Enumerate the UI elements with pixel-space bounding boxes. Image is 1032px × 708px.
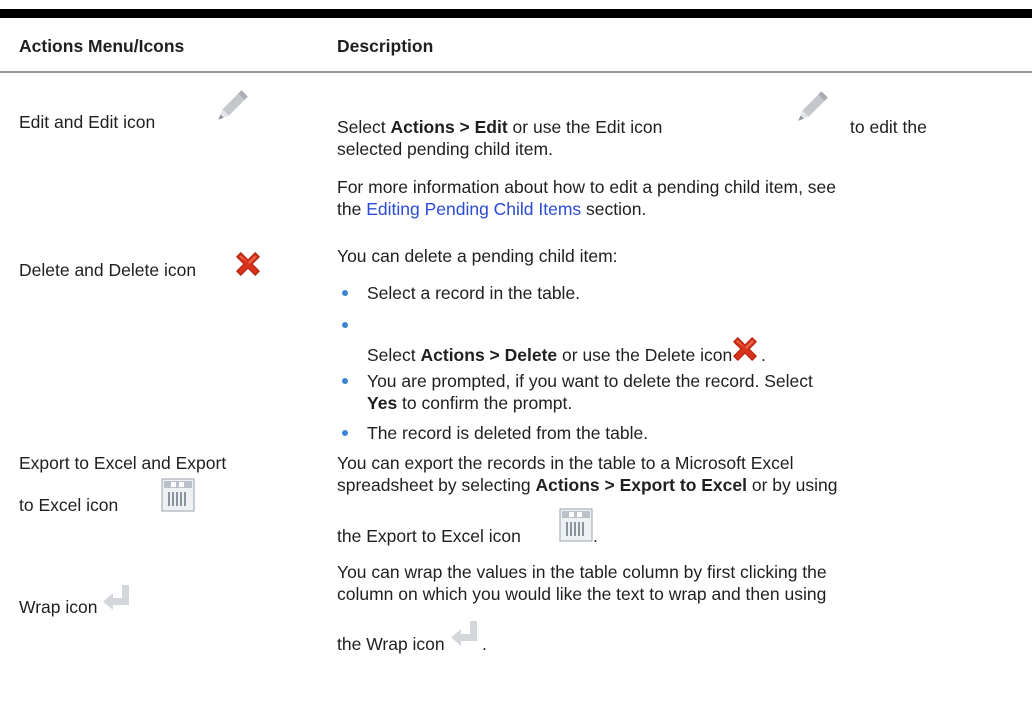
pencil-icon xyxy=(790,85,832,127)
bullet-icon xyxy=(342,322,348,328)
bold-span: Actions > Delete xyxy=(420,345,558,365)
description-line: . xyxy=(482,634,487,654)
description-line: selected pending child item. xyxy=(337,139,553,159)
description-line: column on which you would like the text … xyxy=(337,584,827,604)
description-line: You can delete a pending child item: xyxy=(337,246,618,266)
column-header-actions: Actions Menu/Icons xyxy=(19,36,185,56)
description-line: the Export to Excel icon xyxy=(337,526,521,546)
text-span: section. xyxy=(581,199,647,219)
wrap-arrow-icon xyxy=(448,619,482,649)
wrap-arrow-icon xyxy=(100,583,134,613)
description-line: . xyxy=(593,526,598,546)
red-x-icon xyxy=(232,248,264,280)
text-span: the xyxy=(337,199,367,219)
description-line: You can wrap the values in the table col… xyxy=(337,562,827,582)
description-line: the Editing Pending Child Items section. xyxy=(337,198,646,220)
bullet-text: Select Actions > Delete or use the Delet… xyxy=(367,344,732,366)
text-span: Select xyxy=(337,117,391,137)
bold-span: Actions > Edit xyxy=(390,117,508,137)
bold-span: Yes xyxy=(367,393,398,413)
row-label: Wrap icon xyxy=(19,597,98,617)
description-line: For more information about how to edit a… xyxy=(337,177,837,197)
bullet-text: You are prompted, if you want to delete … xyxy=(367,371,813,391)
bullet-icon xyxy=(342,430,348,436)
excel-export-icon xyxy=(559,508,593,542)
bullet-text: The record is deleted from the table. xyxy=(367,423,649,443)
description-line: the Wrap icon xyxy=(337,634,445,654)
bullet-text: . xyxy=(761,345,766,365)
bullet-text: Yes to confirm the prompt. xyxy=(367,392,572,414)
text-span: Select xyxy=(367,345,421,365)
column-header-description: Description xyxy=(337,36,434,56)
header-divider xyxy=(0,71,1032,73)
row-label: Export to Excel and Export xyxy=(19,453,227,473)
description-line: to edit the xyxy=(850,117,927,137)
text-span: to confirm the prompt. xyxy=(397,393,573,413)
bullet-text: Select a record in the table. xyxy=(367,283,581,303)
editing-pending-child-items-link[interactable]: Editing Pending Child Items xyxy=(366,199,581,219)
text-span: or by using xyxy=(746,475,838,495)
bullet-icon xyxy=(342,378,348,384)
text-span: or use the Edit icon xyxy=(507,117,663,137)
text-span: spreadsheet by selecting xyxy=(337,475,536,495)
bullet-icon xyxy=(342,290,348,296)
excel-export-icon xyxy=(161,478,195,512)
top-rule xyxy=(0,9,1032,18)
description-line: You can export the records in the table … xyxy=(337,453,794,473)
red-x-icon xyxy=(729,333,761,365)
row-label: Delete and Delete icon xyxy=(19,260,197,280)
row-label: Edit and Edit icon xyxy=(19,111,155,133)
pencil-icon xyxy=(210,84,252,126)
row-label-text: Edit and Edit icon xyxy=(19,112,156,132)
description-line: Select Actions > Edit or use the Edit ic… xyxy=(337,116,662,138)
description-line: spreadsheet by selecting Actions > Expor… xyxy=(337,474,837,496)
row-label: to Excel icon xyxy=(19,495,119,515)
bold-span: Actions > Export to Excel xyxy=(535,475,747,495)
text-span: or use the Delete icon xyxy=(557,345,733,365)
